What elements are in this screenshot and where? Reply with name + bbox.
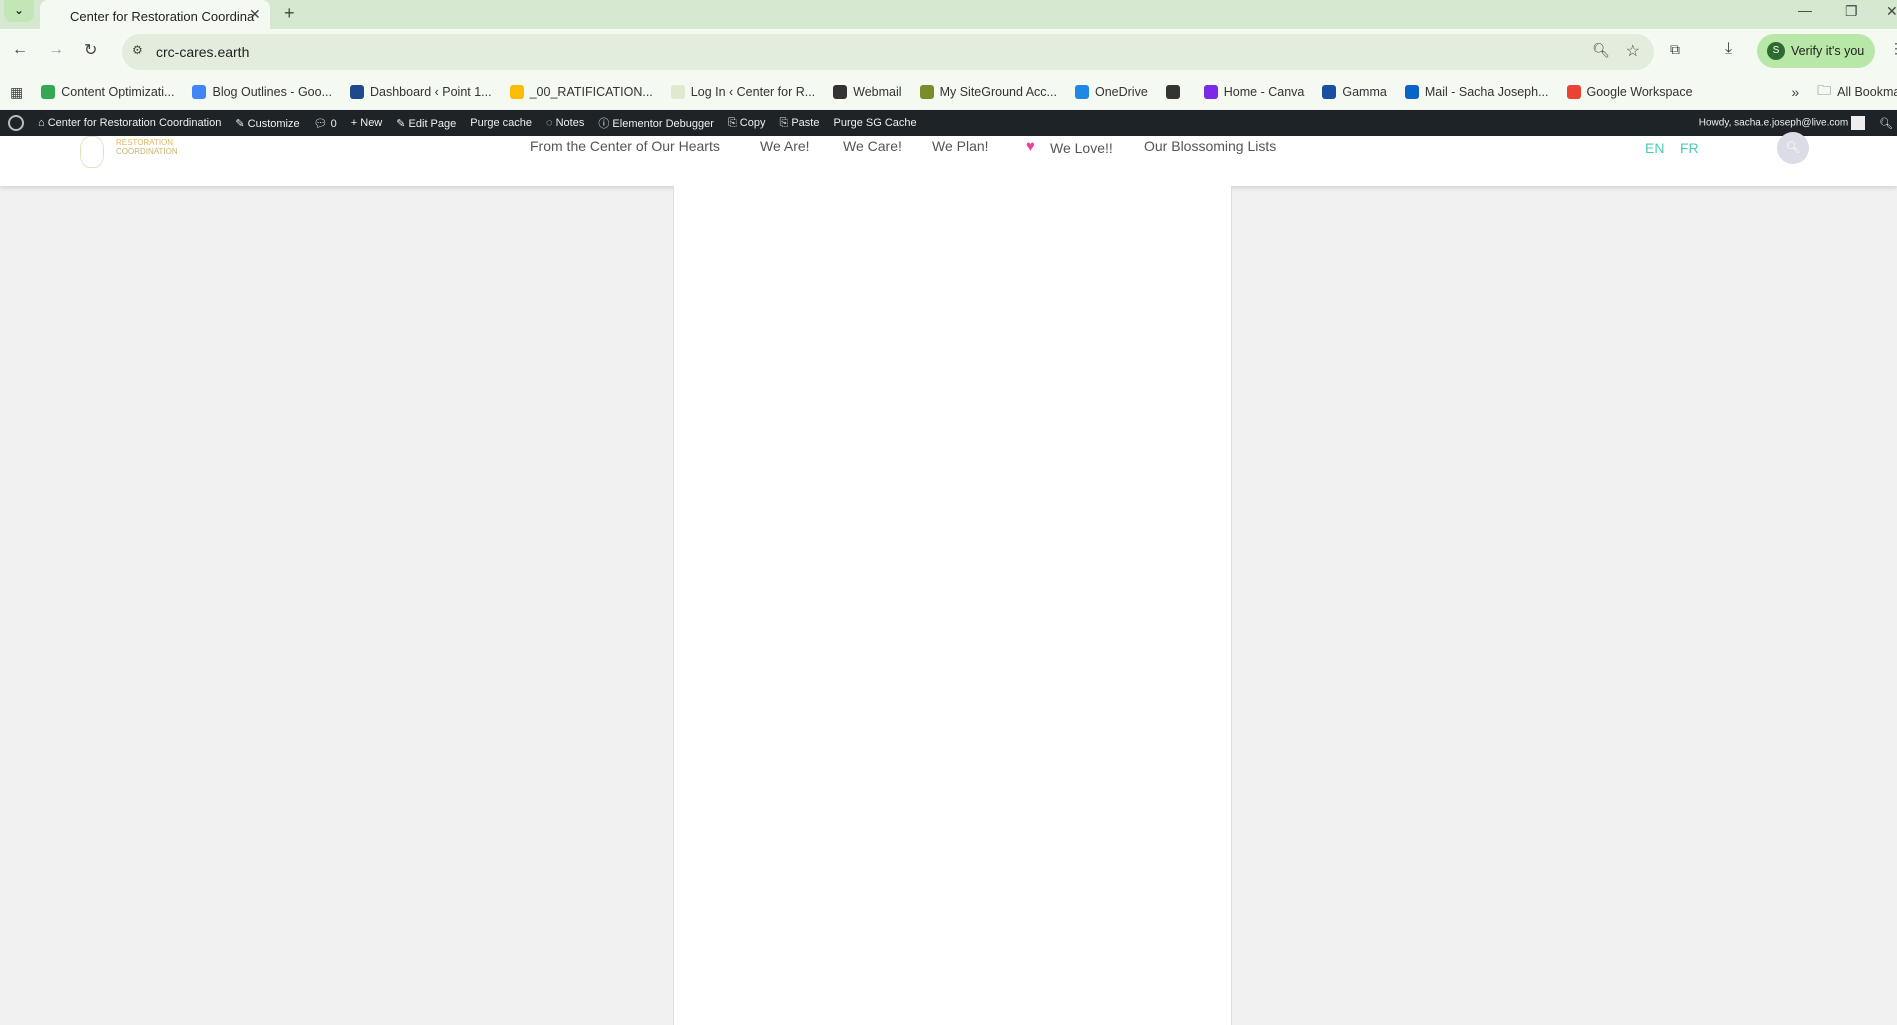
bookmark-favicon-icon — [1165, 85, 1180, 99]
avatar: S — [1767, 42, 1785, 60]
all-bookmarks-folder[interactable]: 🗀All Bookmarks — [1817, 80, 1897, 104]
more-bookmarks-icon[interactable]: » — [1791, 84, 1799, 100]
bookmark-favicon-icon — [670, 85, 685, 99]
extensions-icon[interactable]: ⧉ — [1670, 41, 1680, 58]
verify-button[interactable]: S Verify it's you — [1757, 34, 1875, 68]
wp-admin-bar: ⌂ Center for Restoration Coordination ✎ … — [0, 110, 1897, 136]
bookmark-item[interactable]: Blog Outlines - Goo... — [192, 85, 332, 99]
site-info-icon[interactable]: ⚙ — [132, 43, 143, 57]
bookmark-favicon-icon — [350, 85, 364, 99]
bookmark-favicon-icon — [919, 85, 934, 99]
site-header: RESTORATION COORDINATION From the Center… — [0, 132, 1897, 186]
bookmark-item[interactable]: Webmail — [833, 85, 902, 99]
back-icon[interactable]: ← — [12, 41, 28, 59]
copy-link[interactable]: ⎘ Copy — [728, 117, 766, 130]
restore-icon[interactable]: ❐ — [1845, 3, 1858, 20]
bookmarks-bar: ▦ Content Optimizati... Blog Outlines - G… — [0, 75, 1897, 109]
nav-we-love[interactable]: We Love!! — [1050, 140, 1113, 156]
site-logo[interactable]: RESTORATION COORDINATION — [80, 136, 190, 170]
toolbar: ← → ↻ ⚙ crc-cares.earth 🔍︎ ☆ ⧉ ⤓ S Verif… — [0, 29, 1897, 75]
bookmark-favicon-icon — [833, 85, 848, 99]
admin-search-icon[interactable]: 🔍︎ — [1879, 117, 1893, 130]
bookmark-favicon-icon — [1203, 85, 1218, 99]
bookmark-item[interactable] — [1165, 85, 1186, 99]
bookmark-favicon-icon — [1074, 85, 1089, 99]
lang-en[interactable]: EN — [1645, 140, 1664, 156]
new-tab-icon[interactable]: + — [284, 3, 295, 24]
active-tab[interactable]: Center for Restoration Coordina — [40, 0, 270, 29]
nav-we-are[interactable]: We Are! — [760, 138, 810, 154]
heart-icon: ♥ — [1026, 138, 1035, 155]
bookmark-item[interactable]: Mail - Sacha Joseph... — [1404, 85, 1549, 99]
tab-strip: ⌄ Center for Restoration Coordina ✕ + — … — [0, 0, 1897, 29]
apps-icon[interactable]: ▦ — [10, 84, 23, 101]
zoom-icon[interactable]: 🔍︎ — [1592, 42, 1610, 59]
download-icon[interactable]: ⤓ — [1725, 40, 1732, 58]
menu-icon[interactable]: ⋮ — [1889, 40, 1897, 57]
comments-link[interactable]: 💬︎ 0 — [314, 117, 337, 130]
minimize-icon[interactable]: — — [1798, 2, 1812, 18]
bookmark-item[interactable]: OneDrive — [1074, 85, 1148, 99]
wordpress-logo-icon[interactable] — [8, 115, 24, 131]
site-search-button[interactable]: 🔍︎ — [1777, 132, 1809, 164]
address-bar[interactable]: ⚙ crc-cares.earth 🔍︎ ☆ — [122, 34, 1654, 70]
logo-emblem-icon — [80, 136, 104, 168]
close-tab-icon[interactable]: ✕ — [249, 6, 261, 23]
bookmark-item[interactable]: Content Optimizati... — [41, 85, 174, 99]
main-content-column — [673, 186, 1232, 1025]
admin-site-link[interactable]: ⌂ Center for Restoration Coordination — [38, 117, 221, 129]
bookmark-list: Content Optimizati... Blog Outlines - Goo… — [41, 85, 1693, 99]
howdy-account[interactable]: Howdy, sacha.e.joseph@live.com — [1699, 116, 1866, 130]
customize-link[interactable]: ✎ Customize — [235, 117, 299, 130]
nav-we-care[interactable]: We Care! — [843, 138, 902, 154]
bookmark-item[interactable]: _00_RATIFICATION... — [509, 85, 653, 99]
purge-cache-link[interactable]: Purge cache — [470, 117, 532, 129]
bookmark-item[interactable]: Gamma — [1322, 85, 1387, 99]
tab-list-button[interactable]: ⌄ — [4, 0, 34, 22]
edit-page-link[interactable]: ✎ Edit Page — [396, 117, 456, 130]
nav-we-plan[interactable]: We Plan! — [932, 138, 989, 154]
notes-link[interactable]: ◌ Notes — [546, 117, 584, 129]
bookmark-favicon-icon — [1322, 85, 1337, 99]
bookmark-item[interactable]: Log In ‹ Center for R... — [670, 85, 815, 99]
bookmark-item[interactable]: Dashboard ‹ Point 1... — [350, 85, 492, 99]
nav-from-the-center[interactable]: From the Center of Our Hearts — [530, 138, 720, 154]
forward-icon[interactable]: → — [48, 41, 64, 59]
elementor-debugger-link[interactable]: ⓘ Elementor Debugger — [598, 115, 714, 131]
bookmark-item[interactable]: My SiteGround Acc... — [919, 85, 1057, 99]
bookmark-favicon-icon — [41, 85, 56, 99]
paste-link[interactable]: ⎘ Paste — [779, 117, 819, 130]
lang-fr[interactable]: FR — [1680, 140, 1699, 156]
bookmark-favicon-icon — [509, 85, 524, 99]
folder-icon: 🗀 — [1817, 82, 1832, 98]
bookmark-item[interactable]: Google Workspace — [1566, 85, 1693, 99]
bookmark-item[interactable]: Home - Canva — [1203, 85, 1304, 99]
bookmark-favicon-icon — [192, 85, 207, 99]
bookmark-star-icon[interactable]: ☆ — [1626, 41, 1640, 61]
purge-sg-cache-link[interactable]: Purge SG Cache — [833, 117, 916, 129]
nav-blossoming-lists[interactable]: Our Blossoming Lists — [1144, 138, 1276, 154]
bookmark-favicon-icon — [1566, 85, 1581, 99]
avatar — [1851, 116, 1866, 130]
new-link[interactable]: + New — [351, 117, 383, 129]
reload-icon[interactable]: ↻ — [84, 40, 97, 60]
close-window-icon[interactable]: ✕ — [1886, 3, 1897, 20]
bookmark-favicon-icon — [1404, 85, 1419, 99]
